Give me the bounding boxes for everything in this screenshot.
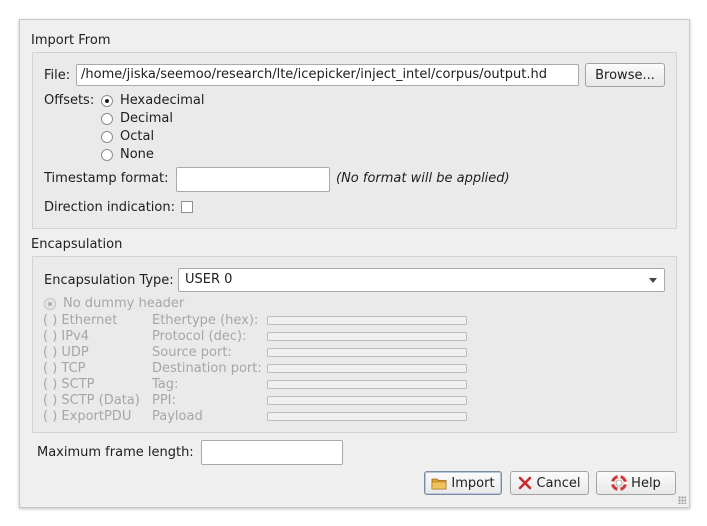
- encapsulation-type-select[interactable]: USER 0: [178, 268, 665, 292]
- help-button-label: Help: [631, 475, 661, 491]
- browse-button[interactable]: Browse...: [585, 63, 665, 87]
- import-button[interactable]: Import: [424, 471, 502, 495]
- tag-input[interactable]: [267, 380, 467, 389]
- protocol-label: Protocol (dec):: [152, 329, 247, 344]
- header-udp-radio[interactable]: ( ) UDP: [43, 345, 89, 360]
- file-label: File:: [44, 68, 71, 83]
- help-lifebuoy-icon: [611, 475, 628, 491]
- header-exportpdu-radio[interactable]: ( ) ExportPDU: [43, 409, 131, 424]
- timestamp-format-label: Timestamp format:: [44, 171, 169, 186]
- payload-input[interactable]: [267, 412, 467, 421]
- import-from-group: File: /home/jiska/seemoo/research/lte/ic…: [32, 52, 677, 229]
- ppi-label: PPI:: [152, 393, 176, 408]
- no-dummy-header-radio[interactable]: [44, 298, 56, 310]
- header-ethernet-radio[interactable]: ( ) Ethernet: [43, 313, 117, 328]
- header-ipv4-radio[interactable]: ( ) IPv4: [43, 329, 89, 344]
- header-tcp-radio[interactable]: ( ) TCP: [43, 361, 86, 376]
- offset-none-radio[interactable]: [101, 149, 113, 161]
- offset-hex-radio[interactable]: [101, 95, 113, 107]
- offset-decimal-label: Decimal: [120, 111, 174, 126]
- encapsulation-type-label: Encapsulation Type:: [44, 273, 174, 288]
- source-port-label: Source port:: [152, 345, 232, 360]
- no-dummy-header-label: No dummy header: [63, 296, 185, 311]
- offset-octal-label: Octal: [120, 129, 155, 144]
- protocol-input[interactable]: [267, 332, 467, 341]
- ppi-input[interactable]: [267, 396, 467, 405]
- timestamp-format-input[interactable]: [176, 167, 330, 192]
- encapsulation-title: Encapsulation: [31, 237, 123, 252]
- direction-indication-checkbox[interactable]: [181, 201, 193, 213]
- import-from-title: Import From: [31, 33, 111, 48]
- offset-decimal-radio[interactable]: [101, 113, 113, 125]
- help-button[interactable]: Help: [596, 471, 676, 495]
- cancel-button-label: Cancel: [536, 475, 581, 491]
- import-button-label: Import: [451, 475, 495, 491]
- chevron-down-icon: [649, 278, 657, 283]
- encapsulation-group: Encapsulation Type: USER 0 No dummy head…: [32, 256, 677, 433]
- header-sctp-radio[interactable]: ( ) SCTP: [43, 377, 95, 392]
- cancel-button[interactable]: Cancel: [510, 471, 589, 495]
- tag-label: Tag:: [152, 377, 179, 392]
- source-port-input[interactable]: [267, 348, 467, 357]
- cancel-x-icon: [519, 476, 532, 490]
- timestamp-hint: (No format will be applied): [336, 171, 510, 186]
- max-frame-length-label: Maximum frame length:: [37, 445, 194, 460]
- ethertype-input[interactable]: [267, 316, 467, 325]
- offsets-label: Offsets:: [44, 93, 95, 108]
- file-path-input[interactable]: /home/jiska/seemoo/research/lte/icepicke…: [76, 64, 579, 86]
- max-frame-length-input[interactable]: [201, 440, 343, 465]
- folder-icon: [432, 478, 447, 490]
- offset-hex-label: Hexadecimal: [120, 93, 205, 108]
- direction-indication-label: Direction indication:: [44, 200, 175, 215]
- destination-port-label: Destination port:: [152, 361, 262, 376]
- payload-label: Payload: [152, 409, 203, 424]
- ethertype-label: Ethertype (hex):: [152, 313, 259, 328]
- import-dialog: Import From File: /home/jiska/seemoo/res…: [19, 19, 690, 508]
- header-sctp-data-radio[interactable]: ( ) SCTP (Data): [43, 393, 140, 408]
- offset-none-label: None: [120, 147, 154, 162]
- offset-octal-radio[interactable]: [101, 131, 113, 143]
- destination-port-input[interactable]: [267, 364, 467, 373]
- encapsulation-type-value: USER 0: [185, 272, 233, 287]
- resize-grip[interactable]: [678, 496, 686, 504]
